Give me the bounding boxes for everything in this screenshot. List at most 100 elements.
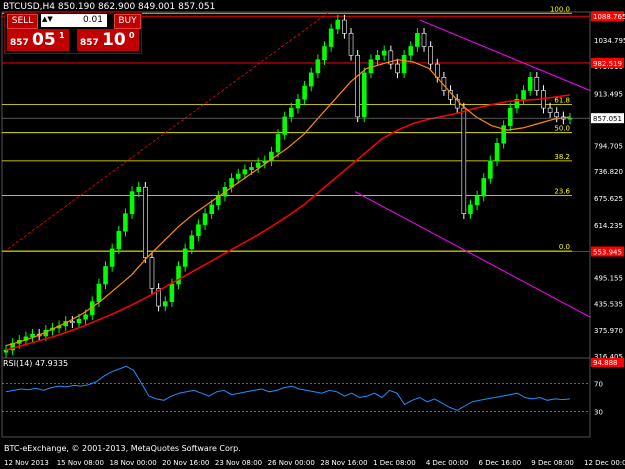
candle-body [534,76,540,91]
time-axis-label: 15 Nov 08:00 [57,459,104,467]
time-axis-label: 6 Dec 16:00 [479,459,522,467]
candle-body [494,142,500,162]
candle-body [123,213,128,232]
rsi-top-label: 94.888 [593,359,618,367]
candle-body [322,46,327,60]
candle-body [275,134,281,153]
price-axis-label: 435.535 [594,301,623,309]
candle-body [342,19,347,34]
candle-body [554,112,560,118]
candle-body [547,107,553,113]
fibonacci-level-label: 0.0 [559,243,570,251]
candle-body [328,28,334,47]
candle-body [83,314,88,320]
price-chart[interactable]: 1034.795975.910913.495857.051794.705736.… [0,0,625,469]
time-axis-label: 26 Nov 00:00 [268,459,315,467]
sell-price-prefix: 857 [10,38,29,48]
buy-button[interactable]: BUY [114,14,141,29]
time-axis-label: 23 Nov 08:00 [215,459,262,467]
candle-body [196,224,201,236]
candle-body [474,195,480,206]
sell-price-pips: 05 [32,30,56,50]
candle-body [348,32,354,56]
price-axis-label: 495.155 [594,274,623,282]
candle-body [209,204,214,214]
candle-body [289,107,294,118]
candle-body [255,162,261,168]
buy-price-prefix: 857 [80,38,99,48]
candle-body [381,50,387,56]
level-price-label: 1088.765 [593,13,625,21]
candle-body [109,248,115,267]
candle-body [103,266,108,285]
candle-body [521,90,526,100]
buy-price-pips: 10 [102,30,126,50]
price-axis-label: 736.820 [594,168,623,176]
candle-body [395,63,400,74]
rsi-line [5,365,571,411]
time-axis-label: 20 Nov 16:00 [162,459,209,467]
price-axis-label: 1034.795 [594,37,625,45]
one-click-trading-panel: SELL 0.01 ▲▼ BUY 857 05 1 857 10 0 [4,12,142,54]
fibonacci-level-label: 50.0 [554,125,570,133]
candle-body [129,191,135,214]
candle-body [295,98,301,109]
rsi-level-label: 70 [594,380,603,388]
candle-body [162,301,168,307]
candle-body [401,54,407,74]
candle-body [375,54,380,60]
sell-button[interactable]: SELL [7,14,38,29]
candle-body [308,72,314,87]
candle-body [182,248,188,267]
lot-spinner-icon[interactable]: ▲▼ [42,15,53,23]
rsi-level-label: 30 [594,409,603,417]
candle-body [202,213,208,225]
candle-body [302,85,307,100]
buy-price-fraction: 0 [129,31,135,40]
price-axis-label: 794.705 [594,143,623,151]
candle-body [507,107,513,126]
candle-body [242,169,248,175]
candle-body [149,257,155,289]
level-price-label: 982.519 [593,60,622,68]
candle-body [434,63,440,78]
sell-price[interactable]: 857 05 1 [7,29,69,51]
candle-body [335,19,341,30]
candle-body [468,204,473,214]
candle-body [488,160,493,179]
candle-body [282,116,287,135]
candle-body [481,178,487,197]
candle-body [315,59,321,74]
candle-body [76,318,82,324]
sell-price-fraction: 1 [59,31,65,40]
price-axis-label: 375.970 [594,327,623,335]
rsi-pane-border [1,357,591,438]
candle-body [527,76,533,91]
fibonacci-level-label: 38.2 [554,153,570,161]
level-price-label: 553.945 [593,249,622,257]
time-axis-label: 12 Nov 2013 [4,459,49,467]
candle-body [362,72,367,118]
candle-body [189,235,195,250]
time-axis-label: 12 Dec 00:00 [584,459,625,467]
candle-body [136,186,142,192]
price-axis-label: 913.495 [594,90,623,98]
candle-body [96,283,102,302]
chart-title: BTCUSD,H4 850.190 862.900 849.001 857.05… [3,2,216,12]
copyright-text: BTC-eExchange, © 2001-2013, MetaQuotes S… [4,444,241,453]
candle-body [176,266,181,285]
candle-body [169,283,175,302]
candle-body [421,32,427,47]
candle-body [70,321,75,324]
time-axis-label: 9 Dec 08:00 [531,459,574,467]
candle-body [415,32,420,47]
buy-price[interactable]: 857 10 0 [77,29,139,51]
price-axis-label: 614.235 [594,222,623,230]
time-axis-label: 4 Dec 00:00 [426,459,469,467]
time-axis-label: 1 Dec 08:00 [373,459,416,467]
fibonacci-level-label: 23.6 [554,187,570,195]
fibonacci-level-label: 100.0 [550,5,570,13]
time-axis-label: 28 Nov 16:00 [320,459,367,467]
candle-body [355,54,360,118]
time-axis-label: 18 Nov 00:00 [109,459,156,467]
